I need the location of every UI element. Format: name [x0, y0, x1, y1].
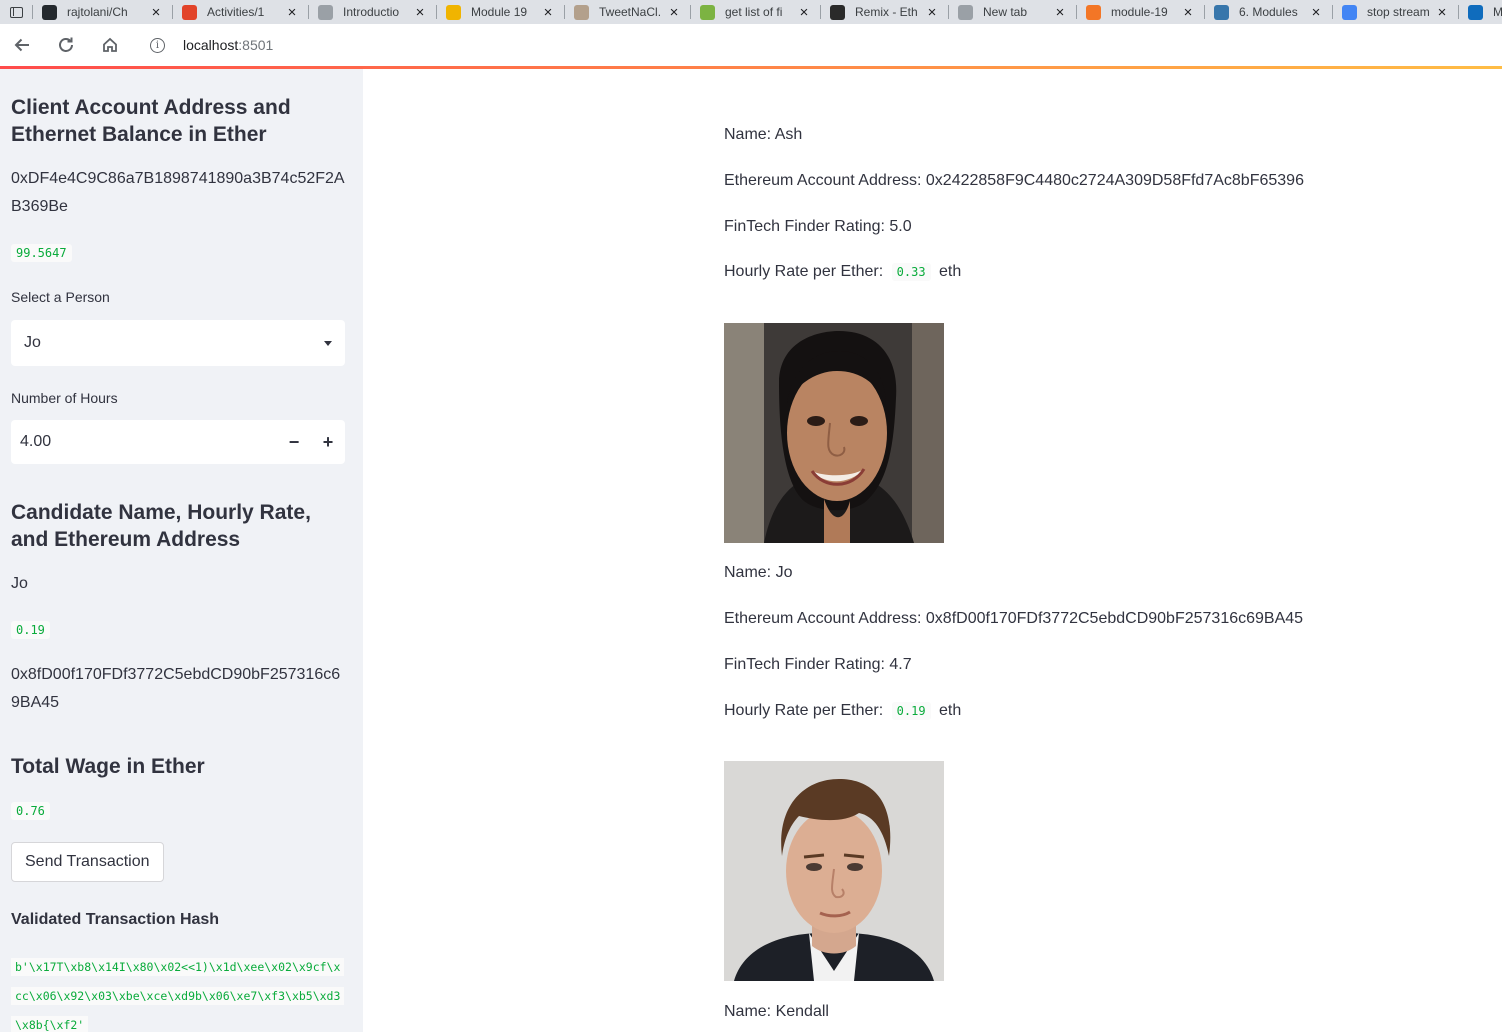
- browser-tab[interactable]: module-19 ×: [1076, 0, 1204, 24]
- browser-tab[interactable]: Mai: [1458, 0, 1502, 24]
- rate-label: Hourly Rate per Ether:: [724, 263, 884, 281]
- google-icon: [1342, 4, 1357, 20]
- browser-tab[interactable]: Activities/1 ×: [172, 0, 308, 24]
- candidate-name-line: Name: Kendall: [724, 1003, 829, 1020]
- close-tab-icon[interactable]: ×: [796, 5, 812, 20]
- transaction-hash-value: b'\x17T\xb8\x14I\x80\x02<<1)\x1d\xee\x02…: [11, 958, 345, 1032]
- browser-tab-title: rajtolani/Ch: [67, 5, 128, 19]
- candidate-photo-jo: [724, 323, 944, 543]
- candidate-address-line: Ethereum Account Address: 0x8fD00f170FDf…: [724, 610, 1304, 627]
- browser-tab[interactable]: New tab ×: [948, 0, 1076, 24]
- browser-tab-title: stop stream: [1367, 5, 1430, 19]
- close-tab-icon[interactable]: ×: [284, 5, 300, 20]
- candidate-name-line: Name: Jo: [724, 564, 793, 581]
- candidate-photo-kendall: [724, 761, 944, 981]
- home-icon[interactable]: [88, 24, 132, 66]
- close-tab-icon[interactable]: ×: [1052, 5, 1068, 20]
- rate-value: 0.33: [891, 263, 931, 281]
- send-transaction-button[interactable]: Send Transaction: [11, 842, 164, 882]
- close-tab-icon[interactable]: ×: [1434, 5, 1450, 20]
- browser-tab-title: New tab: [983, 5, 1028, 19]
- browser-tab[interactable]: get list of fi ×: [690, 0, 820, 24]
- select-person-label: Select a Person: [11, 289, 110, 305]
- candidate-address: 0x8fD00f170FDf3772C5ebdCD90bF257316c69BA…: [11, 666, 341, 711]
- module-icon: [446, 4, 461, 20]
- browser-tab[interactable]: Introductio ×: [308, 0, 436, 24]
- browser-tab-title: Introductio: [343, 5, 400, 19]
- rate-unit: eth: [939, 702, 962, 720]
- tab-search-icon[interactable]: [0, 0, 32, 24]
- github-icon: [42, 4, 57, 20]
- plus-icon[interactable]: +: [311, 420, 345, 464]
- tool-icon: [700, 4, 715, 20]
- reload-icon[interactable]: [44, 24, 88, 66]
- account-balance: 99.5647: [11, 244, 72, 262]
- outlook-icon: [1468, 4, 1483, 20]
- candidate-rate: 0.19: [11, 621, 50, 639]
- select-person-dropdown[interactable]: Jo: [11, 320, 345, 366]
- candidate-rating-line: FinTech Finder Rating: 4.7: [724, 656, 912, 673]
- sidebar: Client Account Address and Ethernet Bala…: [0, 69, 363, 1032]
- candidate-header: Candidate Name, Hourly Rate, and Ethereu…: [11, 501, 311, 551]
- browser-tab-title: 6. Modules: [1239, 5, 1298, 19]
- hours-number-input[interactable]: 4.00 − +: [11, 420, 345, 464]
- rate-value: 0.19: [891, 702, 931, 720]
- browser-tab-title: module-19: [1111, 5, 1168, 19]
- close-tab-icon[interactable]: ×: [148, 5, 164, 20]
- remix-icon: [830, 4, 845, 20]
- browser-tab-title: Activities/1: [207, 5, 265, 19]
- address-bar[interactable]: i localhost:8501: [136, 29, 1496, 61]
- browser-tab[interactable]: Remix - Eth ×: [820, 0, 948, 24]
- close-tab-icon[interactable]: ×: [540, 5, 556, 20]
- hash-header: Validated Transaction Hash: [11, 911, 220, 928]
- candidate-name: Jo: [11, 575, 28, 592]
- hours-label: Number of Hours: [11, 390, 118, 406]
- candidate-rate-line: Hourly Rate per Ether: 0.19 eth: [724, 702, 961, 720]
- wage-header: Total Wage in Ether: [11, 755, 205, 778]
- url-port: :8501: [238, 37, 274, 53]
- candidate-address-line: Ethereum Account Address: 0x2422858F9C44…: [724, 172, 1304, 189]
- site-info-icon[interactable]: i: [150, 37, 165, 53]
- close-tab-icon[interactable]: ×: [1180, 5, 1196, 20]
- browser-tab[interactable]: stop stream ×: [1332, 0, 1458, 24]
- close-tab-icon[interactable]: ×: [412, 5, 428, 20]
- url-host: localhost: [183, 37, 239, 53]
- browser-tab[interactable]: rajtolani/Ch ×: [32, 0, 172, 24]
- close-tab-icon[interactable]: ×: [666, 5, 682, 20]
- close-tab-icon[interactable]: ×: [924, 5, 940, 20]
- browser-tab-title: Remix - Eth: [855, 5, 918, 19]
- browser-tab[interactable]: TweetNaCl. ×: [564, 0, 690, 24]
- selected-person-value: Jo: [24, 334, 41, 351]
- close-tab-icon[interactable]: ×: [1308, 5, 1324, 20]
- total-wage: 0.76: [11, 802, 50, 820]
- rate-unit: eth: [939, 263, 962, 281]
- browser-tab-strip: rajtolani/Ch × Activities/1 × Introductio × Mo…: [0, 0, 1502, 24]
- browser-tab-title: get list of fi: [725, 5, 783, 19]
- account-header: Client Account Address and Ethernet Bala…: [11, 96, 291, 146]
- gitlab-icon: [182, 4, 197, 20]
- python-icon: [1214, 4, 1229, 20]
- candidate-rate-line: Hourly Rate per Ether: 0.33 eth: [724, 263, 961, 281]
- hours-value[interactable]: 4.00: [11, 433, 277, 451]
- candidate-rating-line: FinTech Finder Rating: 5.0: [724, 218, 912, 235]
- rate-label: Hourly Rate per Ether:: [724, 702, 884, 720]
- doc-icon: [318, 4, 333, 20]
- candidate-name-line: Name: Ash: [724, 126, 803, 143]
- browser-tab-title: Mai: [1493, 5, 1502, 19]
- newtab-icon: [958, 4, 973, 20]
- jupyter-icon: [1086, 4, 1101, 20]
- minus-icon[interactable]: −: [277, 420, 311, 464]
- browser-tab-title: TweetNaCl.: [599, 5, 662, 19]
- browser-tab-title: Module 19: [471, 5, 528, 19]
- browser-tab[interactable]: 6. Modules ×: [1204, 0, 1332, 24]
- browser-tab[interactable]: Module 19 ×: [436, 0, 564, 24]
- account-address: 0xDF4e4C9C86a7B1898741890a3B74c52F2AB369…: [11, 170, 345, 215]
- browser-toolbar: i localhost:8501: [0, 24, 1502, 66]
- transaction-hash: b'\x17T\xb8\x14I\x80\x02<<1)\x1d\xee\x02…: [11, 953, 345, 1032]
- back-arrow-icon[interactable]: [0, 24, 44, 66]
- tweetnacl-icon: [574, 4, 589, 20]
- chevron-down-icon: [324, 340, 332, 346]
- main-content: Name: Ash Ethereum Account Address: 0x24…: [363, 69, 1502, 1032]
